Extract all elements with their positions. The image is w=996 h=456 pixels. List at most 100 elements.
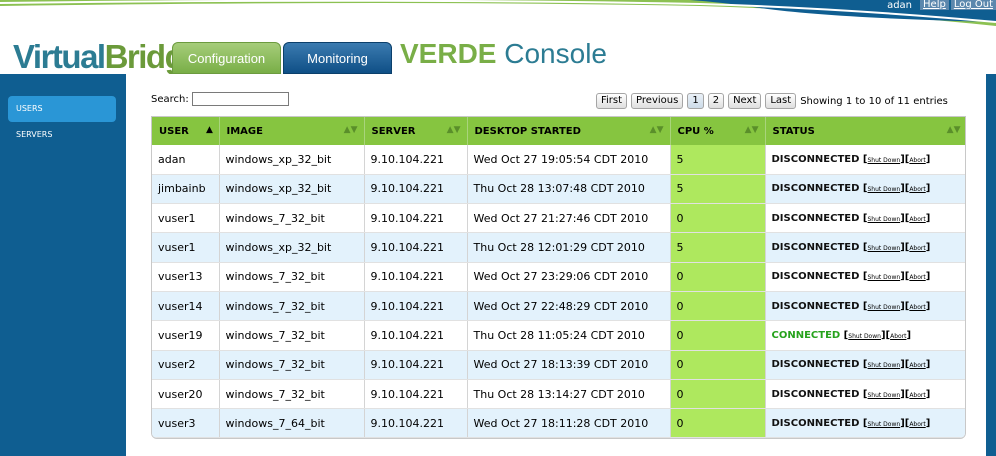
page-title-rest: Console bbox=[504, 38, 607, 69]
previous-page-button[interactable]: Previous bbox=[631, 93, 684, 109]
cell-user: vuser1 bbox=[152, 203, 220, 234]
cell-desktop-started: Thu Oct 28 13:14:27 CDT 2010 bbox=[467, 379, 671, 410]
abort-link[interactable]: Abort bbox=[909, 392, 925, 399]
shut-down-link[interactable]: Shut Down bbox=[868, 304, 901, 311]
search-bar: Search: bbox=[151, 92, 289, 106]
cell-desktop-started: Thu Oct 28 12:01:29 CDT 2010 bbox=[467, 232, 671, 263]
shut-down-link[interactable]: Shut Down bbox=[868, 186, 901, 193]
table-row: vuser13 windows_7_32_bit 9.10.104.221 We… bbox=[152, 262, 965, 292]
status-text: DISCONNECTED bbox=[771, 417, 860, 429]
cell-image: windows_7_64_bit bbox=[219, 408, 365, 439]
cell-server: 9.10.104.221 bbox=[364, 350, 468, 380]
abort-link[interactable]: Abort bbox=[909, 216, 925, 223]
cell-status: DISCONNECTED [Shut Down][Abort] bbox=[765, 408, 965, 439]
sidebar: USERS SERVERS bbox=[0, 74, 126, 456]
first-page-button[interactable]: First bbox=[596, 93, 628, 109]
shut-down-link[interactable]: Shut Down bbox=[868, 421, 901, 428]
right-border-strip bbox=[986, 74, 996, 456]
tab-configuration[interactable]: Configuration bbox=[172, 42, 281, 74]
abort-link[interactable]: Abort bbox=[909, 245, 925, 252]
status-text: DISCONNECTED bbox=[771, 183, 860, 195]
shut-down-link[interactable]: Shut Down bbox=[868, 274, 901, 281]
header-swoosh-graphic bbox=[0, 0, 996, 26]
shut-down-link[interactable]: Shut Down bbox=[868, 392, 901, 399]
cell-desktop-started: Wed Oct 27 19:05:54 CDT 2010 bbox=[467, 145, 671, 175]
cell-desktop-started: Wed Oct 27 23:29:06 CDT 2010 bbox=[467, 262, 671, 292]
tab-configuration-label: Configuration bbox=[187, 50, 266, 66]
shut-down-link[interactable]: Shut Down bbox=[868, 362, 901, 369]
abort-link[interactable]: Abort bbox=[909, 157, 925, 164]
next-page-button[interactable]: Next bbox=[728, 93, 762, 109]
last-page-button[interactable]: Last bbox=[765, 93, 797, 109]
cell-cpu: 0 bbox=[670, 320, 766, 351]
cell-user: vuser19 bbox=[152, 320, 220, 351]
cell-cpu: 0 bbox=[670, 350, 766, 380]
tab-monitoring[interactable]: Monitoring bbox=[283, 42, 392, 74]
shut-down-link[interactable]: Shut Down bbox=[868, 216, 901, 223]
pagination-info: Showing 1 to 10 of 11 entries bbox=[800, 95, 948, 107]
column-header-status[interactable]: STATUS ▲▼ bbox=[765, 117, 965, 145]
page-title-bold: VERDE bbox=[400, 38, 497, 69]
status-text: DISCONNECTED bbox=[771, 300, 860, 312]
search-input[interactable] bbox=[191, 92, 289, 106]
cell-user: adan bbox=[152, 145, 220, 175]
cell-status: DISCONNECTED [Shut Down][Abort] bbox=[765, 145, 965, 175]
cell-image: windows_7_32_bit bbox=[219, 203, 365, 234]
cell-cpu: 0 bbox=[670, 408, 766, 439]
cell-desktop-started: Wed Oct 27 21:27:46 CDT 2010 bbox=[467, 203, 671, 234]
cell-desktop-started: Thu Oct 28 13:07:48 CDT 2010 bbox=[467, 174, 671, 205]
cell-server: 9.10.104.221 bbox=[364, 174, 468, 205]
abort-link[interactable]: Abort bbox=[909, 304, 925, 311]
page-1-button[interactable]: 1 bbox=[687, 93, 704, 109]
table-row: vuser19 windows_7_32_bit 9.10.104.221 Th… bbox=[152, 320, 965, 351]
cell-user: vuser14 bbox=[152, 291, 220, 322]
cell-server: 9.10.104.221 bbox=[364, 262, 468, 292]
page-title: VERDE Console bbox=[400, 37, 607, 71]
cell-server: 9.10.104.221 bbox=[364, 232, 468, 263]
abort-link[interactable]: Abort bbox=[909, 274, 925, 281]
shut-down-link[interactable]: Shut Down bbox=[868, 245, 901, 252]
cell-server: 9.10.104.221 bbox=[364, 379, 468, 410]
cell-status: DISCONNECTED [Shut Down][Abort] bbox=[765, 203, 965, 234]
abort-link[interactable]: Abort bbox=[909, 186, 925, 193]
page-2-button[interactable]: 2 bbox=[707, 93, 725, 109]
abort-link[interactable]: Abort bbox=[890, 333, 906, 340]
cell-cpu: 0 bbox=[670, 379, 766, 410]
abort-link[interactable]: Abort bbox=[909, 421, 925, 428]
column-header-cpu[interactable]: CPU % ▲▼ bbox=[670, 117, 766, 145]
cell-image: windows_7_32_bit bbox=[219, 291, 365, 322]
logout-link[interactable]: Log Out bbox=[950, 0, 996, 10]
column-header-desktop-started[interactable]: DESKTOP STARTED ▲▼ bbox=[467, 117, 671, 145]
cell-desktop-started: Thu Oct 28 11:05:24 CDT 2010 bbox=[467, 320, 671, 351]
column-header-image-label: IMAGE bbox=[226, 125, 263, 137]
shut-down-link[interactable]: Shut Down bbox=[868, 157, 901, 164]
shut-down-link[interactable]: Shut Down bbox=[848, 333, 881, 340]
sessions-table: USER ▲ IMAGE ▲▼ SERVER ▲▼ DESKTOP STARTED ▲▼… bbox=[151, 116, 966, 440]
user-menu: adan Help Log Out bbox=[887, 0, 996, 11]
cell-user: vuser20 bbox=[152, 379, 220, 410]
column-header-image[interactable]: IMAGE ▲▼ bbox=[219, 117, 365, 145]
status-text: DISCONNECTED bbox=[771, 388, 860, 400]
cell-user: vuser1 bbox=[152, 232, 220, 263]
table-header-row: USER ▲ IMAGE ▲▼ SERVER ▲▼ DESKTOP STARTED ▲▼… bbox=[152, 117, 965, 145]
cell-user: jimbainb bbox=[152, 174, 220, 205]
cell-user: vuser2 bbox=[152, 350, 220, 380]
table-row: adan windows_xp_32_bit 9.10.104.221 Wed … bbox=[152, 145, 965, 175]
abort-link[interactable]: Abort bbox=[909, 362, 925, 369]
cell-cpu: 5 bbox=[670, 145, 766, 175]
table-row: vuser1 windows_xp_32_bit 9.10.104.221 Th… bbox=[152, 232, 965, 263]
username-label: adan bbox=[887, 0, 913, 11]
table-row: vuser1 windows_7_32_bit 9.10.104.221 Wed… bbox=[152, 203, 965, 234]
column-header-user[interactable]: USER ▲ bbox=[152, 117, 220, 145]
table-body: adan windows_xp_32_bit 9.10.104.221 Wed … bbox=[152, 145, 965, 439]
app-header: adan Help Log Out VirtualBridgesTM Confi… bbox=[0, 0, 996, 75]
cell-server: 9.10.104.221 bbox=[364, 203, 468, 234]
sidebar-item-users[interactable]: USERS bbox=[8, 96, 116, 122]
sidebar-item-servers[interactable]: SERVERS bbox=[8, 122, 116, 148]
status-text: DISCONNECTED bbox=[771, 153, 860, 165]
help-link[interactable]: Help bbox=[920, 0, 949, 10]
table-row: vuser20 windows_7_32_bit 9.10.104.221 Th… bbox=[152, 379, 965, 410]
column-header-server[interactable]: SERVER ▲▼ bbox=[364, 117, 468, 145]
table-row: jimbainb windows_xp_32_bit 9.10.104.221 … bbox=[152, 174, 965, 205]
status-text: DISCONNECTED bbox=[771, 359, 860, 371]
